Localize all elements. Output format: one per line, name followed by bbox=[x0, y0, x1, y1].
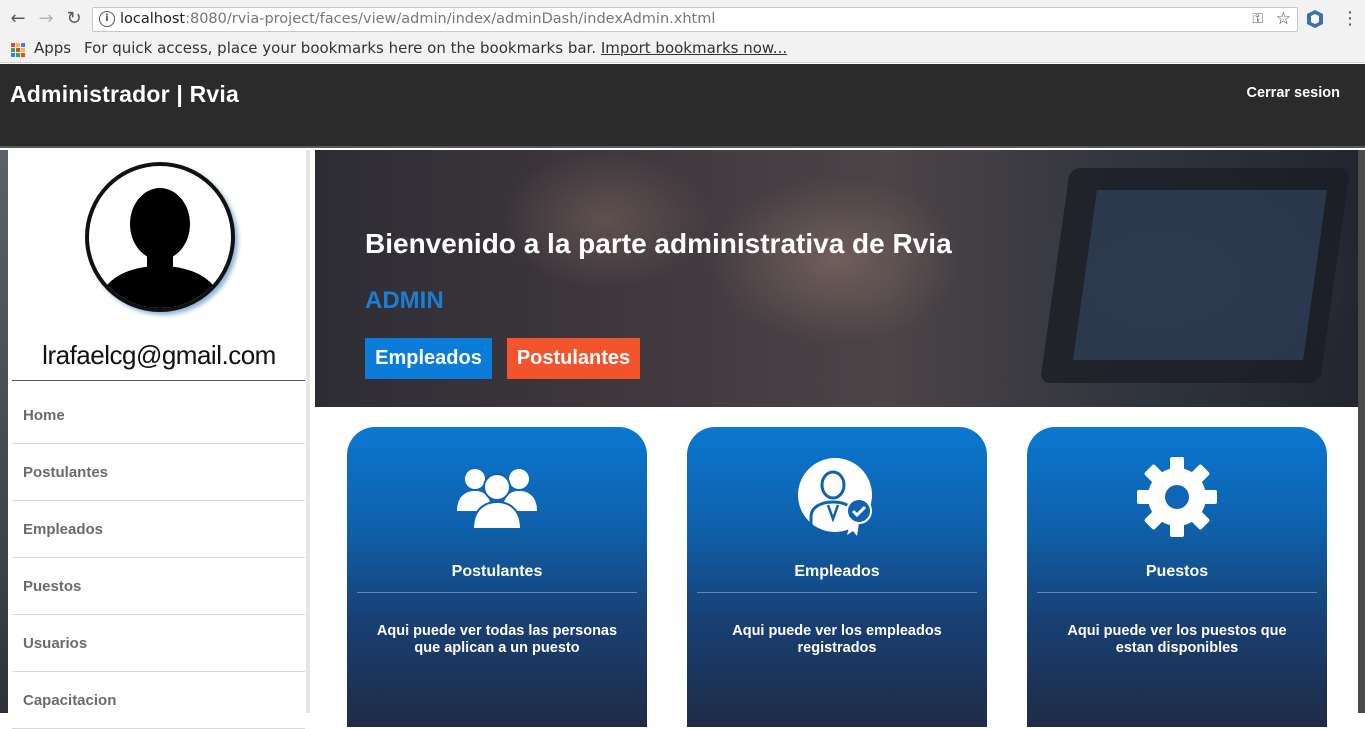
divider bbox=[1037, 592, 1317, 593]
employee-badge-icon bbox=[798, 458, 872, 536]
extension-shield-icon[interactable] bbox=[1306, 9, 1324, 29]
sidebar-item-home[interactable]: Home bbox=[12, 387, 305, 444]
import-bookmarks-link[interactable]: Import bookmarks now... bbox=[601, 39, 787, 57]
bookmarks-bar: Apps For quick access, place your bookma… bbox=[0, 38, 1365, 63]
avatar bbox=[85, 162, 235, 312]
card-puestos[interactable]: Puestos Aqui puede ver los puestos que e… bbox=[1027, 427, 1327, 727]
back-icon[interactable]: ← bbox=[8, 9, 28, 29]
hero-background-laptop bbox=[1039, 168, 1351, 383]
user-email: lrafaelcg@gmail.com bbox=[42, 340, 276, 370]
sidebar-item-capacitacion[interactable]: Capacitacion bbox=[12, 672, 305, 729]
card-title: Empleados bbox=[794, 563, 880, 580]
users-group-icon bbox=[457, 469, 537, 530]
user-silhouette-icon bbox=[97, 188, 223, 308]
bookmarks-hint: For quick access, place your bookmarks h… bbox=[84, 39, 787, 57]
sidebar-item-empleados[interactable]: Empleados bbox=[12, 501, 305, 558]
sidebar-menu: Home Postulantes Empleados Puestos Usuar… bbox=[12, 387, 305, 729]
url-host: localhost bbox=[120, 11, 186, 27]
sidebar-item-puestos[interactable]: Puestos bbox=[12, 558, 305, 615]
divider bbox=[697, 592, 977, 593]
card-postulantes[interactable]: Postulantes Aqui puede ver todas las per… bbox=[347, 427, 647, 727]
sidebar-item-usuarios[interactable]: Usuarios bbox=[12, 615, 305, 672]
right-edge bbox=[1358, 150, 1365, 713]
forward-icon[interactable]: → bbox=[36, 9, 56, 29]
url-text[interactable]: localhost:8080/rvia-project/faces/view/a… bbox=[120, 11, 715, 27]
brand-title[interactable]: Administrador | Rvia bbox=[10, 81, 239, 108]
reload-icon[interactable]: ↻ bbox=[64, 9, 84, 29]
card-title: Puestos bbox=[1145, 563, 1209, 580]
key-icon[interactable]: ⚿ bbox=[1252, 11, 1263, 27]
info-icon[interactable]: i bbox=[99, 11, 115, 27]
bookmarks-hint-text: For quick access, place your bookmarks h… bbox=[84, 39, 597, 57]
divider bbox=[357, 592, 637, 593]
hero-title: Bienvenido a la parte administrativa de … bbox=[365, 228, 952, 259]
card-description: Aqui puede ver los puestos que estan dis… bbox=[1067, 623, 1287, 656]
card-description: Aqui puede ver todas las personas que ap… bbox=[376, 623, 618, 656]
star-icon[interactable]: ☆ bbox=[1276, 9, 1291, 29]
app-header: Administrador | Rvia Cerrar sesion bbox=[0, 64, 1365, 148]
bookmarks-apps-label[interactable]: Apps bbox=[34, 39, 71, 57]
hero-banner: Bienvenido a la parte administrativa de … bbox=[315, 150, 1358, 407]
gear-icon bbox=[1137, 457, 1217, 537]
hero-role: ADMIN bbox=[365, 287, 444, 314]
card-description: Aqui puede ver los empleados registrados bbox=[732, 623, 942, 656]
card-title: Postulantes bbox=[451, 563, 543, 580]
browser-toolbar: ← → ↻ i localhost:8080/rvia-project/face… bbox=[0, 0, 1365, 38]
logout-link[interactable]: Cerrar sesion bbox=[1247, 85, 1341, 101]
hero-background-screen bbox=[1073, 190, 1327, 360]
url-path: :8080/rvia-project/faces/view/admin/inde… bbox=[185, 11, 716, 27]
sidebar: lrafaelcg@gmail.com Home Postulantes Emp… bbox=[8, 150, 310, 729]
card-empleados[interactable]: Empleados Aqui puede ver los empleados r… bbox=[687, 427, 987, 727]
divider bbox=[12, 380, 305, 381]
empleados-button[interactable]: Empleados bbox=[365, 338, 492, 379]
apps-icon[interactable] bbox=[11, 43, 25, 57]
left-edge bbox=[0, 150, 8, 713]
sidebar-item-postulantes[interactable]: Postulantes bbox=[12, 444, 305, 501]
browser-menu-icon[interactable]: ⋮ bbox=[1341, 9, 1359, 29]
postulantes-button[interactable]: Postulantes bbox=[507, 338, 640, 379]
address-bar[interactable]: i localhost:8080/rvia-project/faces/view… bbox=[92, 7, 1298, 32]
